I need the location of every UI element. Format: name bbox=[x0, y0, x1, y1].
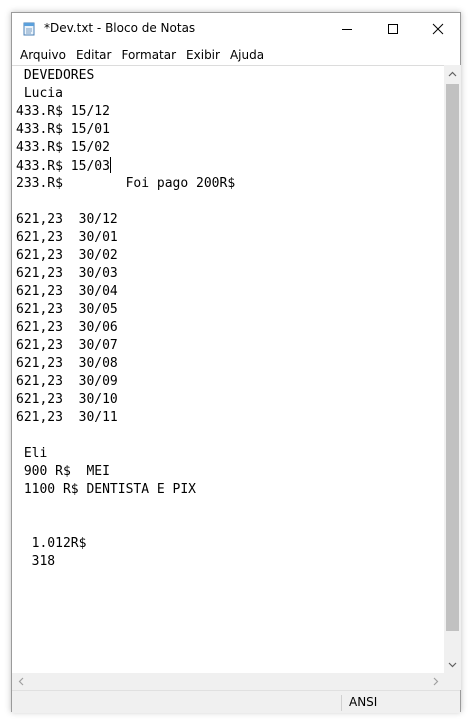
menu-ajuda[interactable]: Ajuda bbox=[226, 45, 268, 65]
text-editor-area[interactable]: DEVEDORES Lucia 433.R$ 15/12 433.R$ 15/01 4… bbox=[12, 65, 444, 674]
menu-bar: Arquivo Editar Formatar Exibir Ajuda bbox=[12, 45, 460, 65]
horizontal-scrollbar[interactable] bbox=[12, 673, 444, 690]
notepad-window: *Dev.txt - Bloco de Notas Arquivo Editar… bbox=[11, 12, 461, 713]
text-line: 621,23 30/10 bbox=[16, 391, 235, 409]
scrollbar-corner bbox=[444, 673, 461, 690]
menu-formatar[interactable]: Formatar bbox=[117, 45, 180, 65]
text-line-content: Eli bbox=[16, 446, 48, 461]
text-line: DEVEDORES bbox=[16, 67, 235, 85]
text-line-content: 900 R$ MEI bbox=[16, 464, 110, 479]
text-line: 1.012R$ bbox=[16, 535, 235, 553]
text-line-content: 621,23 30/07 bbox=[16, 338, 118, 353]
text-line: 621,23 30/05 bbox=[16, 301, 235, 319]
text-line-content: 433.R$ 15/01 bbox=[16, 122, 110, 137]
text-line: 433.R$ 15/12 bbox=[16, 103, 235, 121]
scroll-right-button[interactable] bbox=[427, 673, 444, 690]
minimize-button[interactable] bbox=[324, 13, 370, 45]
text-line: 621,23 30/08 bbox=[16, 355, 235, 373]
text-line-content: 621,23 30/01 bbox=[16, 230, 118, 245]
text-line bbox=[16, 193, 235, 211]
scroll-down-button[interactable] bbox=[444, 656, 461, 673]
text-line-content: 233.R$ Foi pago 200R$ bbox=[16, 176, 236, 191]
text-line-content: 433.R$ 15/03 bbox=[16, 159, 110, 174]
scroll-left-button[interactable] bbox=[12, 673, 29, 690]
minimize-icon bbox=[342, 29, 352, 30]
text-line-content: 621,23 30/04 bbox=[16, 284, 118, 299]
text-line: 433.R$ 15/02 bbox=[16, 139, 235, 157]
status-bar: ANSI bbox=[12, 690, 460, 713]
text-line-content: 621,23 30/09 bbox=[16, 374, 118, 389]
text-line bbox=[16, 499, 235, 517]
maximize-icon bbox=[388, 24, 398, 34]
text-line-content: 318 bbox=[16, 554, 56, 569]
chevron-right-icon bbox=[433, 677, 438, 686]
chevron-down-icon bbox=[448, 662, 457, 667]
text-line: 233.R$ Foi pago 200R$ bbox=[16, 175, 235, 193]
text-line-content: 621,23 30/12 bbox=[16, 212, 118, 227]
text-line-content: 433.R$ 15/12 bbox=[16, 104, 110, 119]
text-line: 621,23 30/07 bbox=[16, 337, 235, 355]
text-line: 621,23 30/09 bbox=[16, 373, 235, 391]
text-line: 621,23 30/04 bbox=[16, 283, 235, 301]
text-line-content: Lucia bbox=[16, 86, 63, 101]
text-line-content: 621,23 30/06 bbox=[16, 320, 118, 335]
text-line-content: 1.012R$ bbox=[16, 536, 87, 551]
text-line: 621,23 30/03 bbox=[16, 265, 235, 283]
window-title: *Dev.txt - Bloco de Notas bbox=[44, 21, 196, 35]
text-line: 621,23 30/12 bbox=[16, 211, 235, 229]
text-line-content: 621,23 30/11 bbox=[16, 410, 118, 425]
text-line: 1100 R$ DENTISTA E PIX bbox=[16, 481, 235, 499]
text-caret bbox=[109, 157, 111, 173]
text-line: 621,23 30/01 bbox=[16, 229, 235, 247]
close-button[interactable] bbox=[415, 13, 461, 45]
text-line: 433.R$ 15/01 bbox=[16, 121, 235, 139]
close-icon bbox=[432, 23, 444, 35]
vertical-scrollbar[interactable] bbox=[444, 65, 461, 673]
text-line-content: 621,23 30/02 bbox=[16, 248, 118, 263]
text-line: 621,23 30/06 bbox=[16, 319, 235, 337]
text-line: Lucia bbox=[16, 85, 235, 103]
text-line-content: 621,23 30/10 bbox=[16, 392, 118, 407]
maximize-button[interactable] bbox=[370, 13, 416, 45]
text-line-content: 621,23 30/05 bbox=[16, 302, 118, 317]
chevron-left-icon bbox=[18, 677, 23, 686]
title-bar[interactable]: *Dev.txt - Bloco de Notas bbox=[12, 13, 460, 45]
text-line: 433.R$ 15/03 bbox=[16, 157, 235, 175]
menu-editar[interactable]: Editar bbox=[72, 45, 116, 65]
status-separator bbox=[341, 695, 342, 711]
menu-exibir[interactable]: Exibir bbox=[182, 45, 224, 65]
text-line-content: DEVEDORES bbox=[16, 68, 95, 83]
text-line-content: 433.R$ 15/02 bbox=[16, 140, 110, 155]
text-line bbox=[16, 427, 235, 445]
chevron-up-icon bbox=[448, 71, 457, 76]
scroll-up-button[interactable] bbox=[444, 65, 461, 82]
menu-arquivo[interactable]: Arquivo bbox=[16, 45, 70, 65]
text-line: 318 bbox=[16, 553, 235, 571]
encoding-label: ANSI bbox=[349, 695, 378, 709]
editor-text[interactable]: DEVEDORES Lucia 433.R$ 15/12 433.R$ 15/01 4… bbox=[16, 67, 235, 571]
text-line bbox=[16, 517, 235, 535]
notepad-icon bbox=[23, 22, 35, 36]
text-line: Eli bbox=[16, 445, 235, 463]
text-line: 900 R$ MEI bbox=[16, 463, 235, 481]
text-line-content: 621,23 30/08 bbox=[16, 356, 118, 371]
text-line-content: 1100 R$ DENTISTA E PIX bbox=[16, 482, 197, 497]
text-line: 621,23 30/11 bbox=[16, 409, 235, 427]
text-line: 621,23 30/02 bbox=[16, 247, 235, 265]
text-line-content: 621,23 30/03 bbox=[16, 266, 118, 281]
vertical-scroll-thumb[interactable] bbox=[446, 84, 459, 631]
